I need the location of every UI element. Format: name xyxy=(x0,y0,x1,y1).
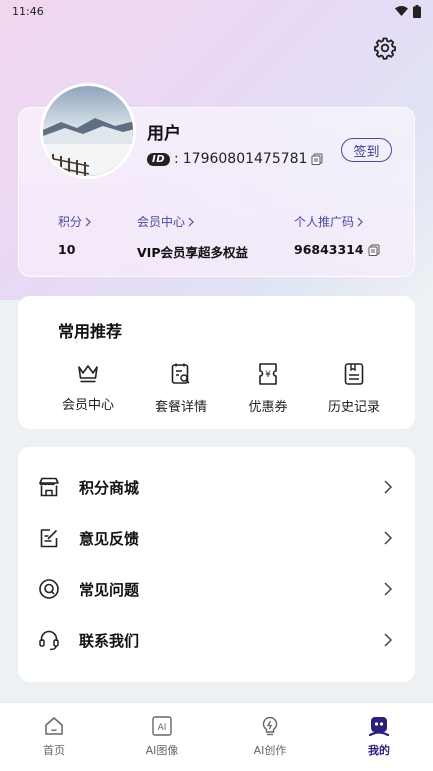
settings-gear-icon[interactable] xyxy=(373,36,397,60)
profile-icon xyxy=(368,717,390,737)
menu-label: 联系我们 xyxy=(79,631,140,650)
vip-center-label: 会员中心 xyxy=(137,215,186,229)
chevron-right-icon xyxy=(384,531,393,545)
recommend-label: 套餐详情 xyxy=(154,400,207,415)
tab-profile[interactable]: 我的 xyxy=(339,715,419,758)
recommend-item-history[interactable]: 历史记录 xyxy=(314,362,394,415)
ai-create-icon xyxy=(262,716,278,736)
chevron-right-icon xyxy=(384,582,393,596)
username: 用户 xyxy=(147,124,181,144)
headset-icon xyxy=(39,630,59,651)
user-id-row: ID : 17960801475781 xyxy=(147,151,323,167)
id-separator: : xyxy=(174,151,179,167)
svg-text:AI: AI xyxy=(158,723,167,733)
menu-label: 常见问题 xyxy=(79,580,140,599)
home-icon xyxy=(45,717,63,735)
chevron-right-icon xyxy=(357,217,363,226)
svg-text:¥: ¥ xyxy=(265,370,271,380)
recommend-item-vip-center[interactable]: 会员中心 xyxy=(48,362,128,413)
bottom-tab-bar: 首页 AI AI图像 AI创作 我的 xyxy=(0,702,433,771)
checkin-button[interactable]: 签到 xyxy=(341,138,392,162)
tab-label: AI图像 xyxy=(145,744,179,757)
user-id: 17960801475781 xyxy=(182,151,308,167)
vip-center-stat[interactable]: 会员中心 VIP会员享超多权益 xyxy=(137,213,248,261)
menu-item-feedback[interactable]: 意见反馈 xyxy=(18,513,415,563)
recommend-label: 优惠券 xyxy=(248,400,288,415)
recommend-title: 常用推荐 xyxy=(58,322,123,341)
recommend-item-package-detail[interactable]: 套餐详情 xyxy=(141,362,221,415)
battery-icon xyxy=(413,4,421,18)
chevron-right-icon xyxy=(384,480,393,494)
chevron-right-icon xyxy=(188,217,194,226)
vip-center-value: VIP会员享超多权益 xyxy=(137,245,248,260)
points-stat[interactable]: 积分 10 xyxy=(58,213,91,257)
wifi-icon xyxy=(395,6,408,16)
id-badge: ID xyxy=(147,152,171,166)
chevron-right-icon xyxy=(85,217,91,226)
avatar[interactable] xyxy=(40,83,136,179)
menu-item-contact-us[interactable]: 联系我们 xyxy=(18,615,415,665)
referral-code-stat[interactable]: 个人推广码 96843314 xyxy=(294,213,380,257)
chevron-right-icon xyxy=(384,633,393,647)
coupon-icon: ¥ xyxy=(259,363,277,385)
copy-icon[interactable] xyxy=(368,244,380,256)
referral-code-label: 个人推广码 xyxy=(294,215,355,229)
menu-item-points-mall[interactable]: 积分商城 xyxy=(18,462,415,512)
tab-ai-create[interactable]: AI创作 xyxy=(230,715,310,758)
referral-code-value: 96843314 xyxy=(294,242,364,257)
feedback-icon xyxy=(40,529,58,548)
ai-image-icon: AI xyxy=(152,716,172,736)
crown-icon xyxy=(78,365,98,383)
menu-item-faq[interactable]: 常见问题 xyxy=(18,564,415,614)
status-bar: 11:46 xyxy=(0,0,433,22)
points-label: 积分 xyxy=(58,215,83,229)
package-detail-icon xyxy=(171,363,190,384)
tab-ai-image[interactable]: AI AI图像 xyxy=(122,715,202,758)
tab-label: 首页 xyxy=(43,744,65,757)
recommend-label: 会员中心 xyxy=(61,398,114,413)
tab-label: AI创作 xyxy=(253,744,287,757)
points-value: 10 xyxy=(58,242,76,257)
recommend-label: 历史记录 xyxy=(327,400,380,415)
menu-label: 意见反馈 xyxy=(79,529,140,548)
status-time: 11:46 xyxy=(12,4,44,18)
menu-label: 积分商城 xyxy=(79,478,140,497)
tab-home[interactable]: 首页 xyxy=(14,715,94,758)
faq-icon xyxy=(39,579,59,599)
copy-icon[interactable] xyxy=(311,153,323,165)
history-icon xyxy=(344,363,364,385)
tab-label: 我的 xyxy=(368,744,390,757)
recommend-item-coupon[interactable]: ¥ 优惠券 xyxy=(228,362,308,415)
store-icon xyxy=(39,477,59,497)
